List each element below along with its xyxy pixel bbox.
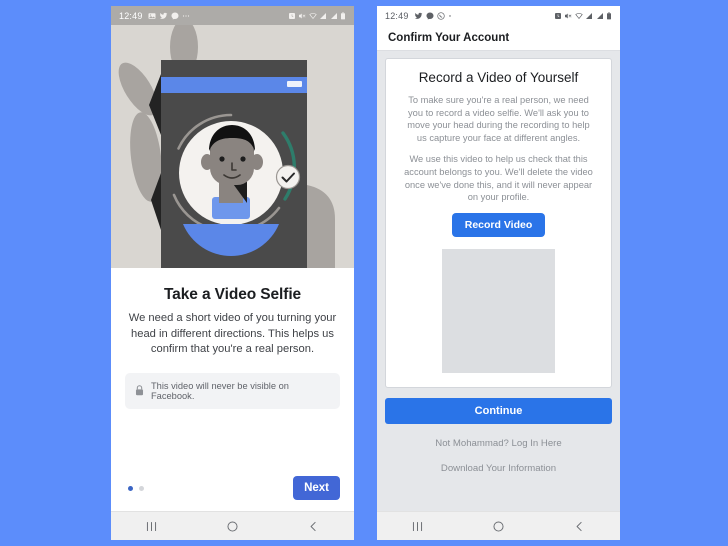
twitter-icon <box>414 12 423 20</box>
home-icon[interactable] <box>482 520 516 533</box>
home-icon[interactable] <box>216 520 250 533</box>
phone-left: 12:49 Take a Video Selfie We need a shor… <box>111 6 354 540</box>
mute-icon <box>564 12 572 20</box>
whatsapp-icon <box>436 11 445 20</box>
video-selfie-illustration <box>111 25 354 268</box>
left-footer: Next <box>125 476 340 500</box>
next-button[interactable]: Next <box>293 476 340 500</box>
alarm-icon <box>288 12 296 20</box>
phone-right: 12:49 Confirm Your Account Record a Vide… <box>377 6 620 540</box>
privacy-notice-text: This video will never be visible on Face… <box>151 380 289 401</box>
photo-icon <box>148 12 156 20</box>
page-subtitle: We need a short video of you turning you… <box>128 312 337 355</box>
recents-icon[interactable] <box>401 520 435 533</box>
back-icon[interactable] <box>563 520 597 533</box>
status-system-icons <box>288 11 347 20</box>
wifi-icon <box>574 12 583 20</box>
messenger-icon <box>171 12 179 20</box>
mute-icon <box>298 12 306 20</box>
signal-icon <box>319 12 327 20</box>
signal-icon <box>585 12 593 20</box>
continue-button[interactable]: Continue <box>385 397 612 424</box>
signal-icon <box>330 12 338 20</box>
log-in-here-link[interactable]: Not Mohammad? Log In Here <box>385 438 612 449</box>
lock-icon <box>135 385 144 396</box>
status-time: 12:49 <box>385 10 409 21</box>
video-preview-placeholder[interactable] <box>442 248 555 373</box>
page-title: Confirm Your Account <box>388 31 510 44</box>
signal-icon <box>596 12 604 20</box>
right-content: Record a Video of Yourself To make sure … <box>377 51 620 511</box>
record-video-card: Record a Video of Yourself To make sure … <box>385 58 612 388</box>
status-notification-icons <box>414 11 452 20</box>
more-icon <box>182 14 190 18</box>
status-bar-right: 12:49 <box>377 6 620 25</box>
android-nav-bar-right <box>377 511 620 540</box>
twitter-icon <box>159 12 168 20</box>
download-your-information-link[interactable]: Download Your Information <box>385 463 612 474</box>
pagination-dot-active[interactable] <box>128 485 133 491</box>
recents-icon[interactable] <box>135 520 169 533</box>
more-icon <box>448 14 452 18</box>
privacy-notice: This video will never be visible on Face… <box>125 372 340 409</box>
alarm-icon <box>554 12 562 20</box>
wifi-icon <box>308 12 317 20</box>
status-notification-icons <box>148 12 190 20</box>
messenger-icon <box>426 12 434 20</box>
pagination-dot[interactable] <box>139 485 144 491</box>
status-bar-left: 12:49 <box>111 6 354 25</box>
left-content: Take a Video Selfie We need a short vide… <box>111 268 354 511</box>
battery-icon <box>606 11 612 20</box>
back-icon[interactable] <box>297 520 331 533</box>
page-title: Take a Video Selfie <box>163 286 302 303</box>
android-nav-bar-left <box>111 511 354 540</box>
status-system-icons <box>554 11 613 20</box>
card-paragraph-2: We use this video to help us check that … <box>404 154 593 203</box>
app-header: Confirm Your Account <box>377 25 620 51</box>
status-time: 12:49 <box>119 10 143 21</box>
card-title: Record a Video of Yourself <box>418 70 579 85</box>
pagination-dots <box>125 485 144 491</box>
record-video-button[interactable]: Record Video <box>451 212 546 237</box>
card-paragraph-1: To make sure you're a real person, we ne… <box>407 95 590 143</box>
battery-icon <box>340 11 346 20</box>
